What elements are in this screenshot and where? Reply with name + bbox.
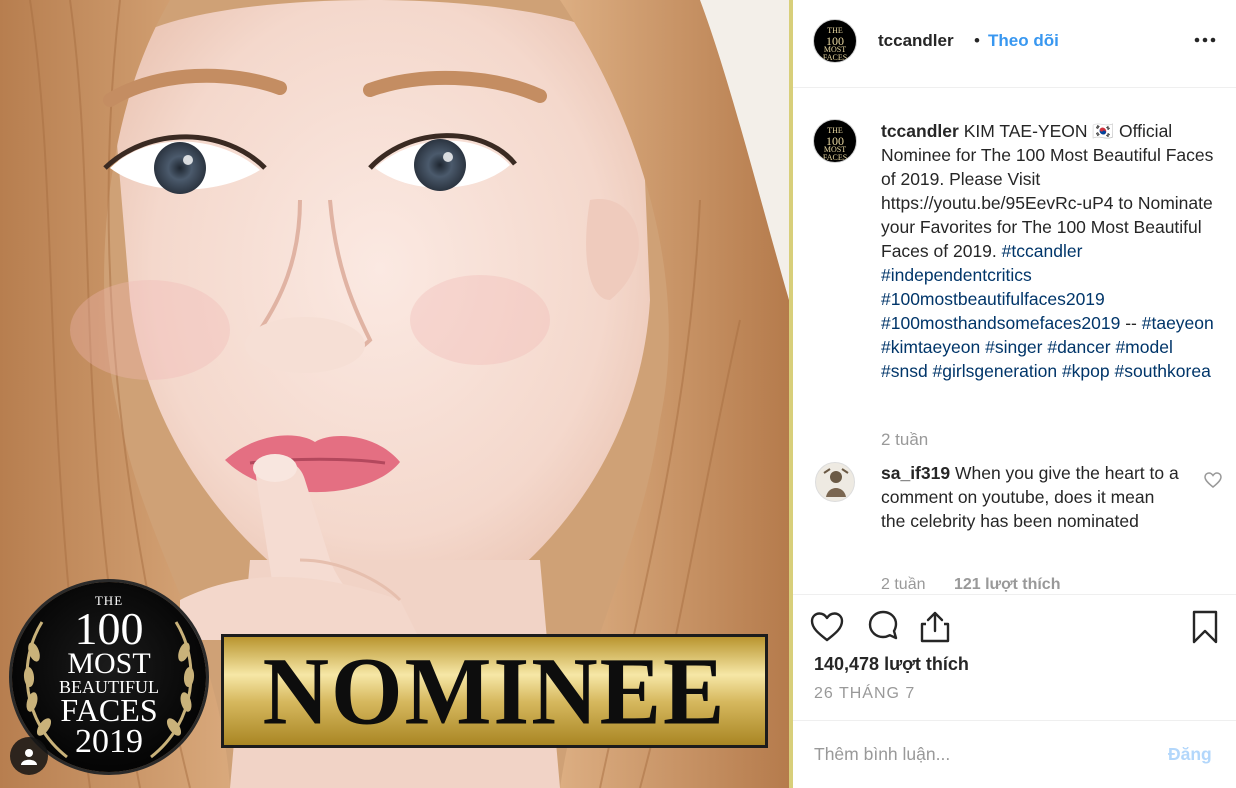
likes-count[interactable]: 140,478 lượt thích bbox=[814, 654, 969, 675]
more-horizontal-icon[interactable] bbox=[1191, 28, 1219, 52]
follow-button[interactable]: Theo dõi bbox=[988, 31, 1059, 51]
caption-author-avatar[interactable]: THE 100 MOST FACES bbox=[813, 119, 857, 163]
caption-text: KIM TAE-YEON 🇰🇷 Official Nominee for The… bbox=[881, 121, 1214, 261]
post-caption: tccandler KIM TAE-YEON 🇰🇷 Official Nomin… bbox=[881, 119, 1217, 383]
seal-line-most: MOST bbox=[67, 647, 151, 680]
comment-body: sa_if319 When you give the heart to a co… bbox=[881, 461, 1181, 533]
commenter-avatar[interactable] bbox=[815, 462, 855, 502]
post-comment-button[interactable]: Đăng bbox=[1168, 744, 1212, 765]
user-tag-button[interactable] bbox=[10, 737, 48, 775]
comment-likes-count[interactable]: 121 lượt thích bbox=[954, 576, 1061, 593]
author-username-link[interactable]: tccandler bbox=[878, 31, 954, 51]
add-comment-bar: Đăng bbox=[793, 720, 1236, 788]
comments-scroll-area[interactable]: THE 100 MOST FACES tccandler KIM TAE-YEO… bbox=[793, 88, 1236, 594]
commenter-avatar-illustration bbox=[823, 468, 849, 497]
nominee-banner: NOMINEE bbox=[221, 634, 768, 748]
seal-line-faces: FACES bbox=[60, 692, 158, 728]
comment-timestamp[interactable]: 2 tuần bbox=[881, 576, 925, 593]
bookmark-icon[interactable] bbox=[1187, 609, 1223, 645]
author-avatar[interactable]: THE 100 MOST FACES bbox=[813, 19, 857, 63]
nominee-label: NOMINEE bbox=[262, 637, 727, 745]
comment-meta: 2 tuần 121 lượt thích bbox=[881, 576, 1060, 594]
heart-icon[interactable] bbox=[809, 609, 845, 645]
caption-username-link[interactable]: tccandler bbox=[881, 121, 959, 141]
seal-line-100: 100 bbox=[74, 603, 144, 654]
add-comment-input[interactable] bbox=[814, 739, 1144, 769]
comment-username-link[interactable]: sa_if319 bbox=[881, 463, 950, 483]
share-icon[interactable] bbox=[917, 609, 953, 645]
comment-bubble-icon[interactable] bbox=[865, 609, 901, 645]
post-image[interactable]: THE 100 MOST BEAUTIFUL FACES 2019 NOMINE… bbox=[0, 0, 789, 788]
header-separator: • bbox=[974, 31, 980, 50]
comment-like-heart-icon[interactable] bbox=[1204, 472, 1222, 488]
post-actions: 140,478 lượt thích 26 THÁNG 7 bbox=[793, 594, 1236, 724]
post-header: THE 100 MOST FACES tccandler • Theo dõi bbox=[793, 0, 1236, 88]
person-icon bbox=[21, 749, 37, 765]
caption-dashes: -- bbox=[1125, 313, 1137, 333]
post-date[interactable]: 26 THÁNG 7 bbox=[814, 685, 915, 703]
post-side-panel: THE 100 MOST FACES tccandler • Theo dõi … bbox=[793, 0, 1236, 788]
caption-timestamp[interactable]: 2 tuần bbox=[881, 430, 928, 450]
